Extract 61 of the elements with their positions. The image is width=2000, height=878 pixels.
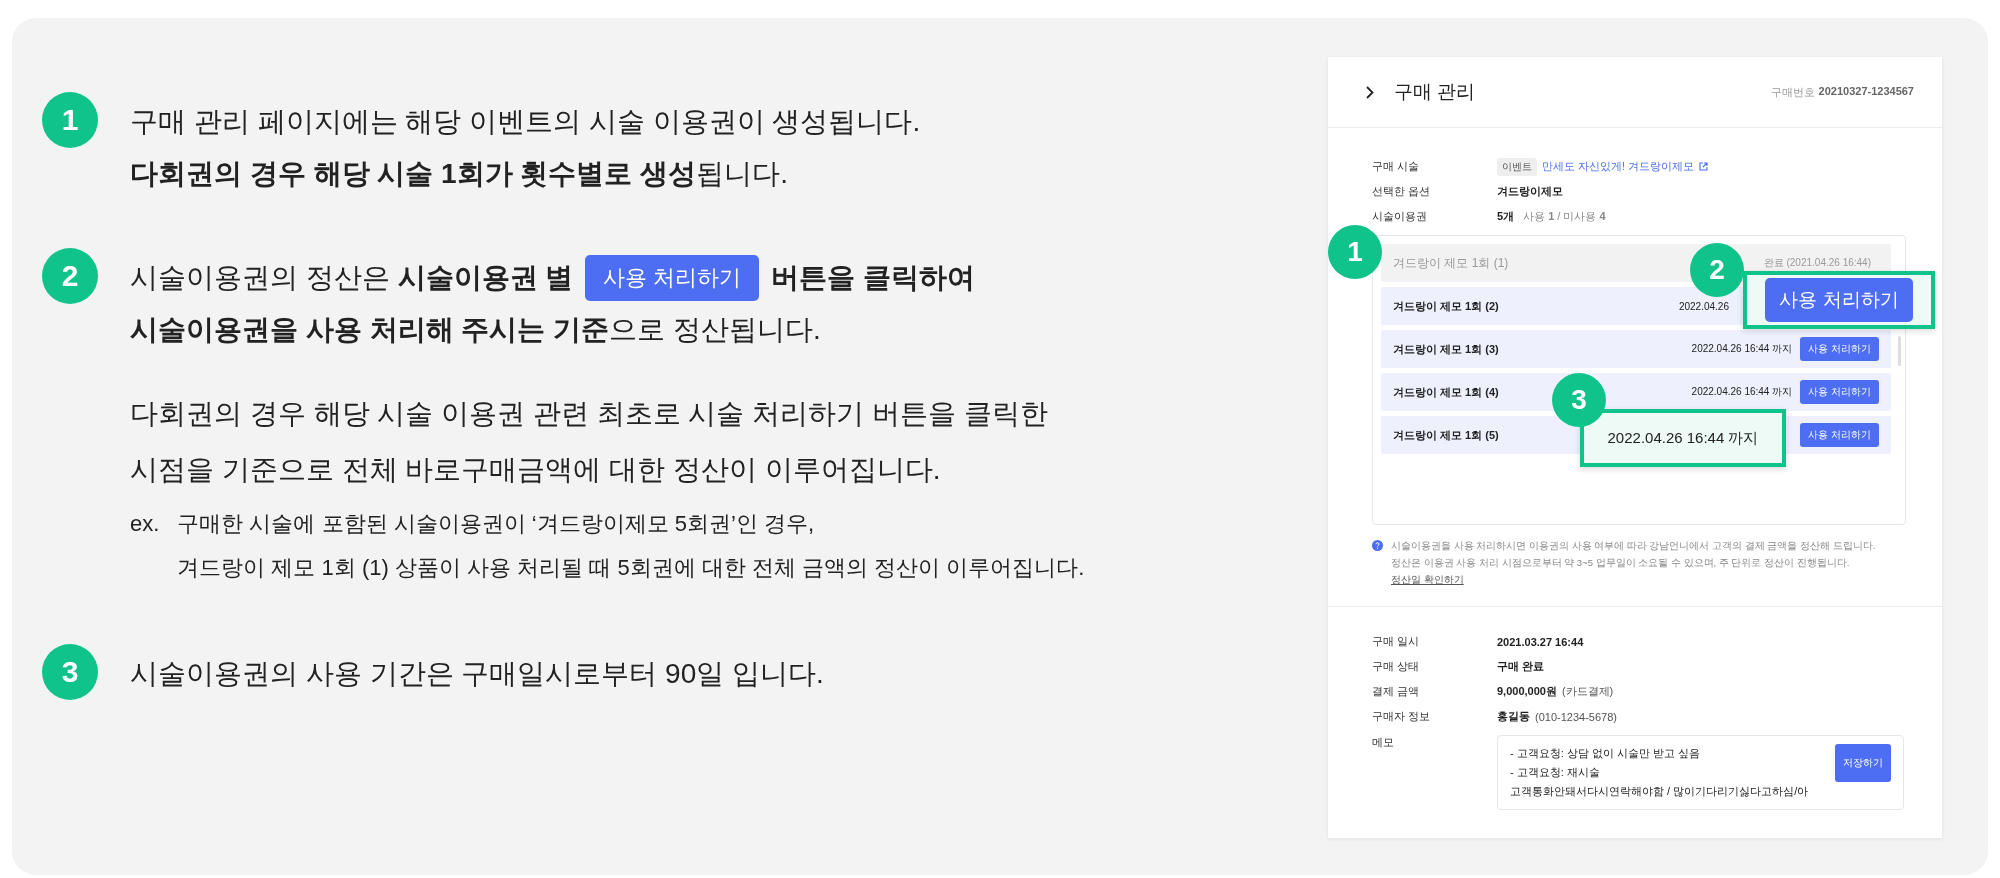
- use-button[interactable]: 사용 처리하기: [1765, 278, 1913, 322]
- expiry-date: 2022.04.26 16:44 까지: [1607, 428, 1759, 448]
- help-icon: [1372, 540, 1383, 551]
- info-value: 겨드랑이제모: [1497, 184, 1563, 199]
- detail-label: 결제 금액: [1372, 684, 1421, 699]
- panel-title: 구매 관리: [1394, 80, 1476, 104]
- example-label: ex.: [130, 510, 160, 538]
- use-button[interactable]: 사용 처리하기: [585, 255, 760, 301]
- step-text: 구매 관리 페이지에는 해당 이벤트의 시술 이용권이 생성됩니다.: [130, 105, 921, 139]
- step-text: 시술이용권의 사용 기간은 구매일시로부터 90일 입니다.: [130, 657, 824, 691]
- detail-extra: (카드결제): [1561, 684, 1614, 699]
- settlement-link[interactable]: 정산일 확인하기: [1391, 574, 1464, 585]
- external-link-icon[interactable]: [1699, 162, 1709, 171]
- detail-value: 2021.03.27 16:44: [1497, 635, 1584, 648]
- detail-extra: (010-1234-5678): [1535, 710, 1617, 723]
- note-text: 다회권의 경우 해당 시술 이용권 관련 최초로 시술 처리하기 버튼을 클릭한: [130, 397, 1049, 431]
- detail-value: 9,000,000원: [1497, 684, 1557, 699]
- order-number: 20210327-1234567: [1818, 84, 1914, 99]
- step-number-badge: 2: [42, 248, 98, 304]
- info-label: 구매 시술: [1372, 159, 1421, 174]
- detail-label: 구매 일시: [1372, 634, 1421, 649]
- note-text: 시점을 기준으로 전체 바로구매금액에 대한 정산이 이루어집니다.: [130, 453, 942, 487]
- ticket-name: 겨드랑이 제모 1회 (3): [1393, 341, 1499, 357]
- event-tag: 이벤트: [1497, 157, 1537, 176]
- use-button[interactable]: 사용 처리하기: [1800, 337, 1879, 361]
- step-number-badge: 1: [42, 92, 98, 148]
- step-number-badge: 3: [42, 644, 98, 700]
- step-text: 시술이용권을 사용 처리해 주시는 기준으로 정산됩니다.: [130, 313, 821, 347]
- detail-label: 구매 상태: [1372, 659, 1421, 674]
- use-button[interactable]: 사용 처리하기: [1800, 380, 1879, 404]
- step-text: 시술이용권의 정산은 시술이용권 별: [130, 261, 574, 295]
- step-number-badge: 1: [1328, 225, 1382, 279]
- example-text: 겨드랑이 제모 1회 (1) 상품이 사용 처리될 때 5회권에 대한 전체 금액의 정산이 이루어집니다.: [177, 554, 1085, 582]
- detail-label: 구매자 정보: [1372, 709, 1432, 724]
- example-text: 구매한 시술에 포함된 시술이용권이 ‘겨드랑이제모 5회권’인 경우,: [177, 510, 816, 538]
- detail-value: 홍길동: [1497, 709, 1530, 724]
- ticket-name: 겨드랑이 제모 1회 (5): [1393, 427, 1499, 443]
- usage-count: 사용 1 / 미사용 4: [1523, 209, 1606, 224]
- step-text: 버튼을 클릭하여: [771, 261, 976, 295]
- notice-text: 정산은 이용권 사용 처리 시점으로부터 약 3~5 업무일이 소요될 수 있으며, 주 단위로 정산이 진행됩니다.: [1391, 556, 1851, 570]
- info-label: 선택한 옵션: [1372, 184, 1432, 199]
- ticket-name: 겨드랑이 제모 1회 (4): [1393, 384, 1499, 400]
- event-link[interactable]: 만세도 자신있게! 겨드랑이제모: [1542, 159, 1695, 174]
- order-label: 구매번호: [1770, 84, 1815, 100]
- ticket-name: 겨드랑이 제모 1회 (2): [1393, 298, 1499, 314]
- notice-text: 시술이용권을 사용 처리하시면 이용권의 사용 여부에 따라 강남언니에서 고객의 결제 금액을 정산해 드립니다.: [1391, 539, 1876, 553]
- detail-value: 구매 완료: [1497, 659, 1545, 674]
- info-label: 시술이용권: [1372, 209, 1428, 224]
- ticket-status: 2022.04.26 16:44 까지: [1691, 342, 1793, 356]
- ticket-name: 겨드랑이 제모 1회 (1): [1393, 254, 1509, 272]
- step-text: 다회권의 경우 해당 시술 1회가 횟수별로 생성됩니다.: [130, 157, 789, 191]
- chevron-right-icon[interactable]: [1366, 85, 1374, 99]
- memo-field[interactable]: - 고객요청: 상담 없이 시술만 받고 싶음 - 고객요청: 재시술 고객통화안돼서다시연락해야함 / 많이기다리기싫다고하심/아 저장하기: [1497, 735, 1904, 810]
- detail-label: 메모: [1372, 735, 1395, 750]
- ticket-status: 2022.04.26 16:44 까지: [1691, 385, 1793, 399]
- scrollbar[interactable]: [1898, 336, 1901, 366]
- use-button[interactable]: 사용 처리하기: [1800, 423, 1879, 447]
- save-button[interactable]: 저장하기: [1835, 744, 1891, 782]
- info-value: 5개: [1497, 209, 1515, 224]
- ticket-status: 완료 (2021.04.26 16:44): [1763, 256, 1871, 270]
- ticket-status: 2022.04.26: [1678, 300, 1729, 312]
